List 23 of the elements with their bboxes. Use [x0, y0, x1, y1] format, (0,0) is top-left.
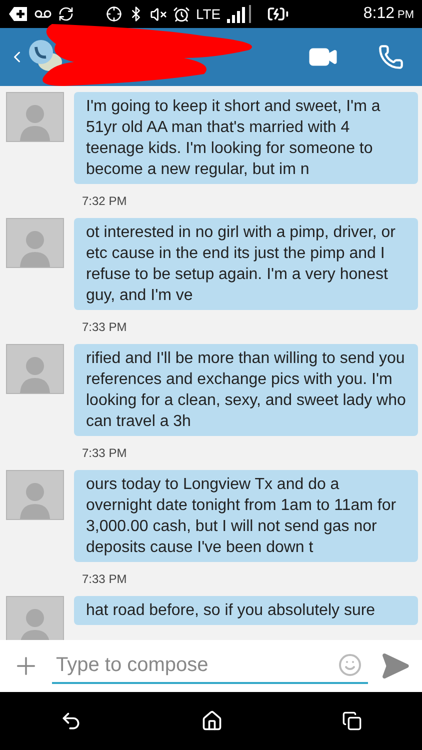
home-icon[interactable]: [200, 710, 223, 732]
phone-call-icon[interactable]: [378, 44, 404, 70]
message-time: 7:32 PM: [82, 193, 127, 210]
clock-suffix: PM: [398, 8, 414, 23]
compose-bar[interactable]: Type to compose: [0, 640, 422, 692]
mute-icon: [150, 6, 167, 22]
recent-apps-icon[interactable]: [342, 711, 362, 731]
message-time: 7:33 PM: [82, 319, 127, 336]
plus-tag-icon: [8, 6, 28, 22]
message-bubble: ot interested in no girl with a pimp, driver, or etc cause in the end its just the pimp and I refuse to be setup again. I'm a very honest guy, and I'm ve: [74, 218, 418, 310]
back-nav-icon[interactable]: [60, 710, 82, 732]
message-bubble: hat road before, so if you absolutely sure: [74, 596, 418, 625]
alarm-icon: [173, 6, 190, 22]
message-bubble: I'm going to keep it short and sweet, I'm a 51yr old AA man that's married with 4 teenage kids. I'm looking for someone to become a new regular, but im n: [74, 92, 418, 184]
message-bubble: rified and I'll be more than willing to send you references and exchange pics with you. I'm looking for a clean, sexy, and sweet lady who can travel a 3h: [74, 344, 418, 436]
sync-icon: [58, 6, 74, 22]
message-bubble: ours today to Longview Tx and do a overnight date tonight from 1am to 11am for 3,000.00 cash, but I will not send gas nor deposits cause I've been down t: [74, 470, 418, 562]
network-type: LTE: [196, 4, 221, 24]
message-time: 7:33 PM: [82, 445, 127, 462]
send-icon[interactable]: [380, 651, 410, 681]
location-icon: [106, 6, 122, 22]
clock-time: 8:12: [363, 4, 394, 24]
message-time: 7:33 PM: [82, 571, 127, 588]
